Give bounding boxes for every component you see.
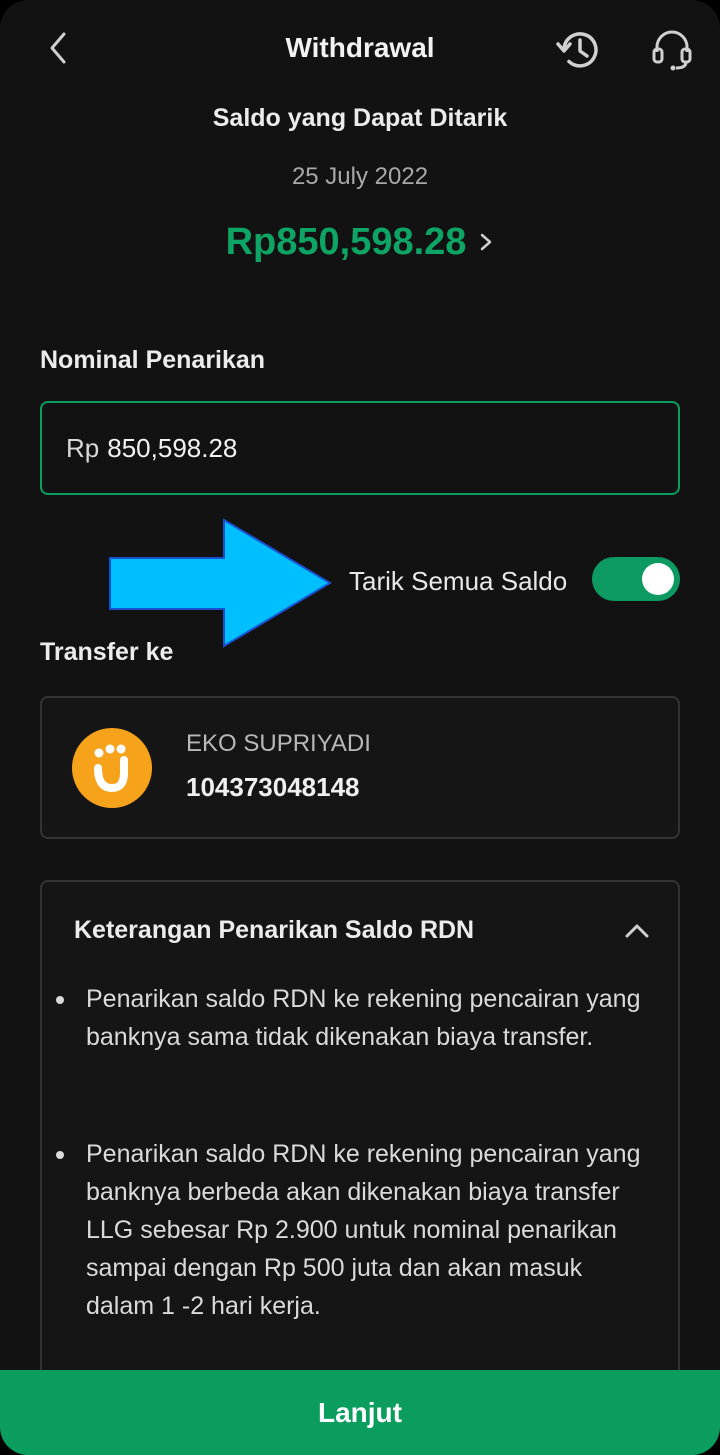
- balance-amount: Rp850,598.28: [225, 220, 467, 263]
- bullet-dot: [56, 1151, 64, 1159]
- balance-amount-link[interactable]: Rp850,598.28: [0, 216, 720, 268]
- withdraw-all-label: Tarik Semua Saldo: [349, 566, 568, 596]
- chevron-up-icon[interactable]: [624, 920, 650, 940]
- balance-label: Saldo yang Dapat Ditarik: [212, 104, 508, 132]
- account-holder-name: EKO SUPRIYADI: [186, 730, 371, 757]
- withdrawal-info-card: Keterangan Penarikan Saldo RDN Penarikan…: [40, 880, 680, 1455]
- info-item-text: Penarikan saldo RDN ke rekening pencaira…: [86, 1140, 641, 1320]
- history-button[interactable]: [552, 26, 604, 74]
- arrow-right-icon: [109, 518, 332, 648]
- headset-icon: [652, 30, 692, 71]
- customer-support-button[interactable]: [648, 26, 696, 74]
- withdrawal-screen: Withdrawal Saldo yang Dapat Ditarik 25 J…: [0, 0, 720, 1455]
- transfer-to-label: Transfer ke: [40, 638, 174, 666]
- withdraw-all-toggle[interactable]: [592, 557, 680, 601]
- bank-logo-icon: [72, 728, 152, 808]
- info-title: Keterangan Penarikan Saldo RDN: [74, 916, 475, 944]
- continue-button[interactable]: Lanjut: [0, 1370, 720, 1455]
- page-title: Withdrawal: [285, 32, 435, 63]
- bullet-dot: [56, 996, 64, 1004]
- history-icon: [556, 32, 598, 68]
- account-number: 104373048148: [186, 772, 360, 802]
- withdrawal-amount-input[interactable]: Rp 850,598.28: [40, 401, 680, 495]
- toggle-knob: [642, 563, 674, 595]
- info-item-text: Penarikan saldo RDN ke rekening pencaira…: [86, 985, 641, 1051]
- balance-date: 25 July 2022: [291, 163, 429, 190]
- chevron-right-icon: [481, 233, 492, 251]
- info-item: Penarikan saldo RDN ke rekening pencaira…: [56, 1135, 646, 1325]
- destination-account-card[interactable]: EKO SUPRIYADI 104373048148: [40, 696, 680, 839]
- withdrawal-amount-value[interactable]: 850,598.28: [107, 433, 237, 464]
- info-item: Penarikan saldo RDN ke rekening pencaira…: [56, 980, 646, 1056]
- currency-prefix: Rp: [66, 432, 100, 463]
- header: Withdrawal: [0, 0, 720, 100]
- withdrawal-amount-label: Nominal Penarikan: [40, 346, 266, 374]
